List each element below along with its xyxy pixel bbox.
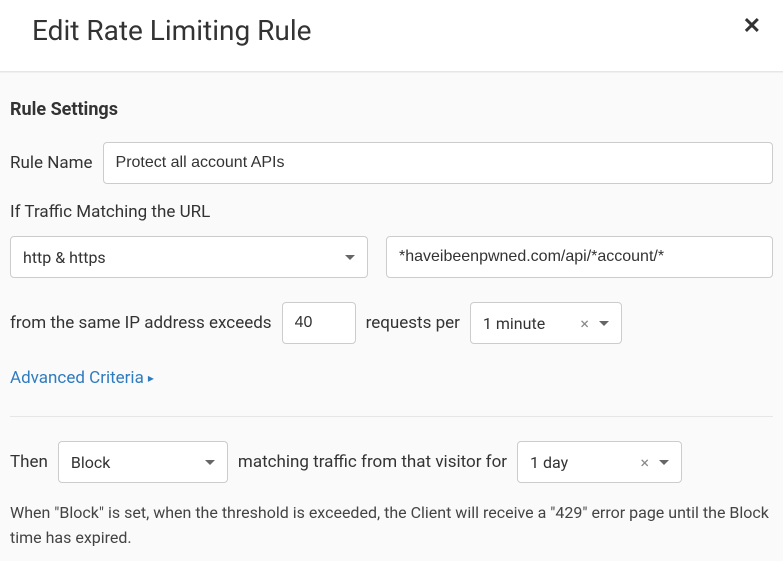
threshold-label-post: requests per [366, 313, 460, 333]
section-divider [10, 416, 773, 417]
url-row: http & https [10, 236, 773, 278]
traffic-match-label: If Traffic Matching the URL [10, 202, 773, 222]
threshold-window-value: 1 minute [483, 314, 545, 333]
protocol-select[interactable]: http & https [10, 236, 368, 278]
dialog-title: Edit Rate Limiting Rule [32, 14, 312, 47]
then-label: Then [10, 452, 48, 472]
advanced-criteria-link[interactable]: Advanced Criteria ▸ [10, 368, 154, 388]
chevron-down-icon [599, 321, 609, 326]
rule-name-row: Rule Name [10, 142, 773, 184]
advanced-criteria-label: Advanced Criteria [10, 368, 144, 388]
chevron-right-icon: ▸ [148, 371, 154, 385]
threshold-count-input[interactable] [282, 302, 356, 344]
action-selected-value: Block [71, 453, 110, 472]
rule-name-label: Rule Name [10, 153, 93, 173]
action-label-mid: matching traffic from that visitor for [238, 452, 507, 472]
clear-icon[interactable]: × [641, 453, 650, 472]
protocol-selected-value: http & https [23, 248, 106, 267]
threshold-row: from the same IP address exceeds request… [10, 302, 773, 344]
duration-select[interactable]: 1 day × [517, 441, 682, 483]
chevron-down-icon [345, 255, 355, 260]
chevron-down-icon [659, 460, 669, 465]
action-row: Then Block matching traffic from that vi… [10, 441, 773, 483]
dialog-content: Rule Settings Rule Name If Traffic Match… [0, 72, 783, 561]
threshold-window-select[interactable]: 1 minute × [470, 302, 622, 344]
chevron-down-icon [205, 460, 215, 465]
action-help-text: When "Block" is set, when the threshold … [10, 501, 770, 551]
rule-name-input[interactable] [103, 142, 773, 184]
section-title-rule-settings: Rule Settings [10, 99, 773, 120]
close-icon[interactable]: ✕ [743, 14, 761, 38]
url-pattern-input[interactable] [386, 236, 773, 278]
threshold-label-pre: from the same IP address exceeds [10, 313, 272, 333]
dialog-header: Edit Rate Limiting Rule ✕ [0, 0, 783, 72]
duration-selected-value: 1 day [530, 453, 568, 472]
clear-icon[interactable]: × [580, 314, 589, 333]
action-select[interactable]: Block [58, 441, 228, 483]
